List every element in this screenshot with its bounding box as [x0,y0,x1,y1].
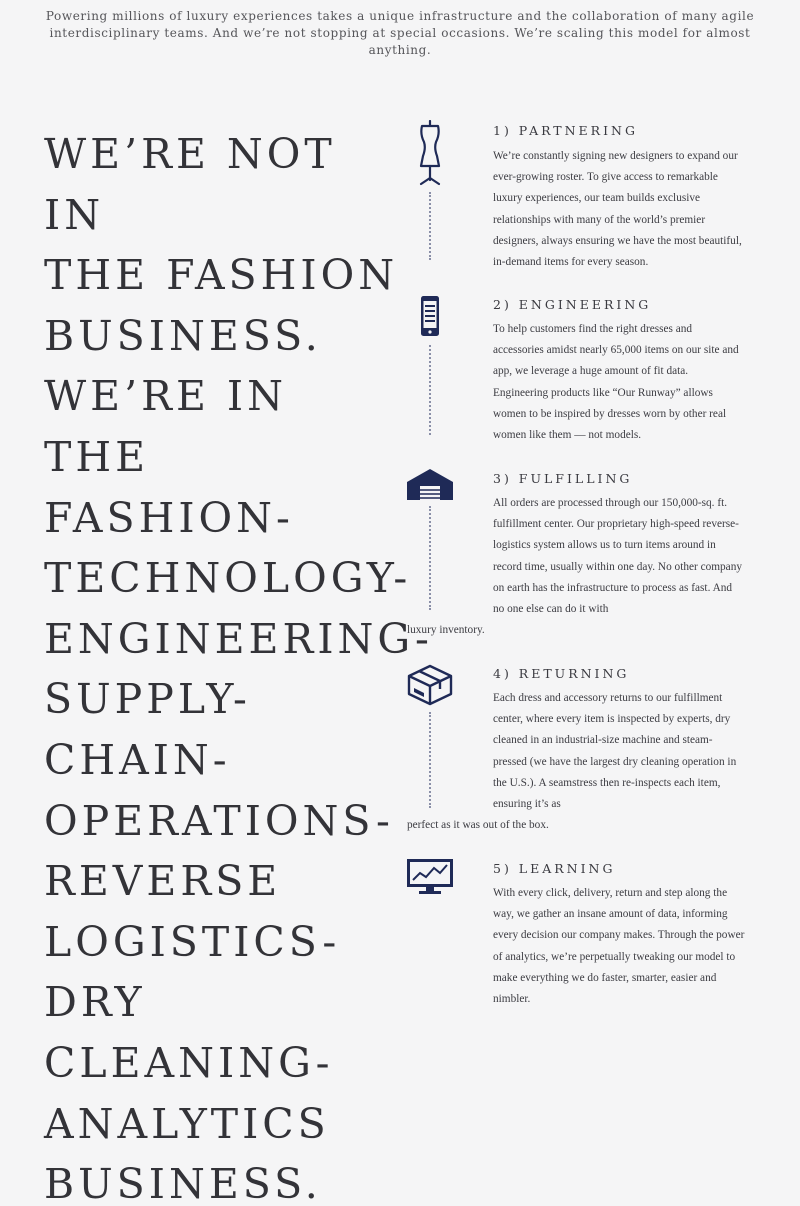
step-description: We’re constantly signing new designers t… [493,150,742,269]
step-description: Each dress and accessory returns to our … [407,688,745,831]
headline-line: FASHION- [44,493,294,542]
headline-line: CHAIN- [44,735,231,784]
step-description-text: Each dress and accessory returns to our … [493,692,737,811]
headline-line: THE [44,432,150,481]
headline-line: ANALYTICS [44,1099,330,1148]
intro-paragraph: Powering millions of luxury experiences … [45,9,755,57]
timeline-connector [429,712,431,808]
headline-line: TECHNOLOGY- [44,554,412,603]
step-description-tail: perfect as it was out of the box. [407,819,549,832]
headline-line: CLEANING- [44,1038,334,1087]
package-box-icon [404,664,456,710]
dress-form-icon [404,120,456,186]
timeline-connector [429,506,431,610]
headline-line: OPERATIONS- [44,796,394,845]
headline-line: BUSINESS. [44,311,322,360]
step-title: 3) FULFILLING [493,471,633,486]
step-title: 1) PARTNERING [493,123,638,138]
step-description: To help customers find the right dresses… [493,323,739,442]
headline-line: SUPPLY- [44,675,251,724]
headline-line: WE’RE NOT [44,130,336,178]
step-description-tail: luxury inventory. [407,624,485,637]
headline-line: IN [44,190,105,239]
headline-line: BUSINESS. [44,1160,322,1206]
headline-line: ENGINEERING- [44,614,433,663]
headline-line: THE FASHION [44,251,399,300]
step-description: With every click, delivery, return and s… [493,887,745,1006]
headline-line: WE’RE IN [44,372,288,421]
step-title: 4) RETURNING [493,666,630,681]
headline-line: LOGISTICS- [44,917,341,966]
headline-line: REVERSE [44,857,282,906]
headline: WE’RE NOT IN THE FASHION BUSINESS. WE’RE… [44,124,433,1206]
step-description: All orders are processed through our 150… [407,493,745,636]
timeline-connector [429,192,431,260]
step-title: 2) ENGINEERING [493,297,652,312]
headline-line: DRY [44,978,146,1027]
step-title: 5) LEARNING [493,861,616,876]
step-description-text: All orders are processed through our 150… [493,497,742,616]
timeline-connector [429,345,431,435]
analytics-monitor-icon [404,856,456,902]
smartphone-icon [404,294,456,340]
